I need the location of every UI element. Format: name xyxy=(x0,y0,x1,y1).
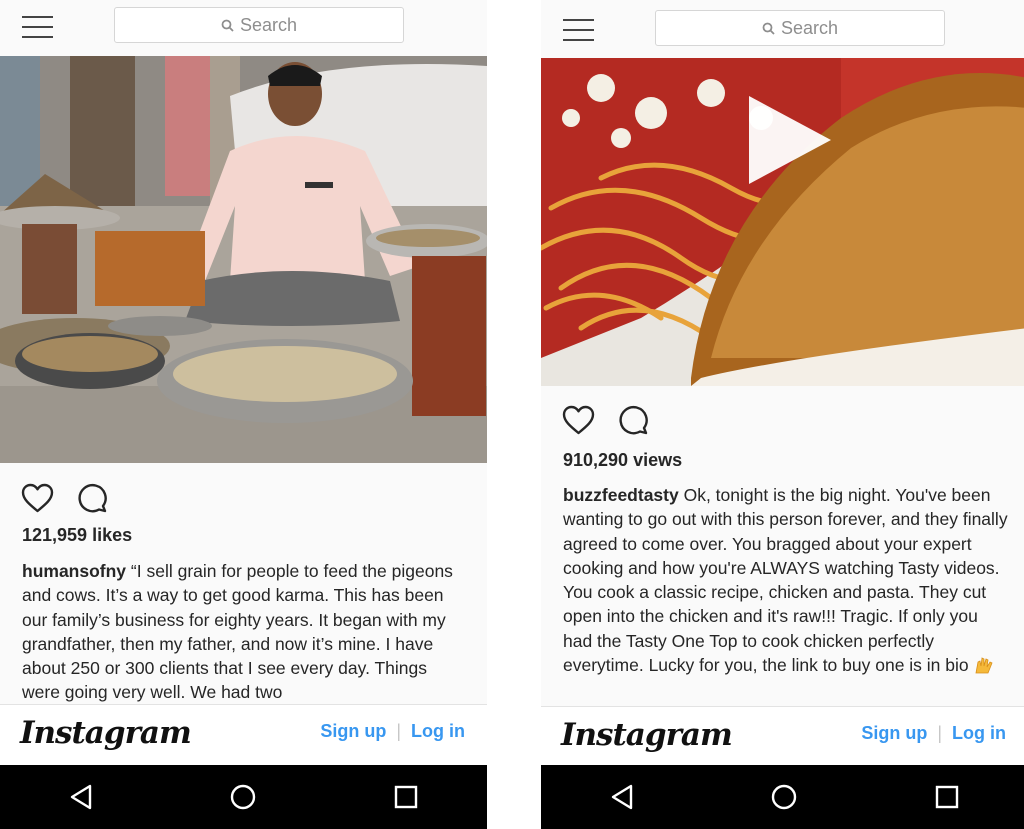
caption-username[interactable]: buzzfeedtasty xyxy=(563,485,679,505)
instagram-logo[interactable]: Instagram xyxy=(20,715,192,751)
home-circle-icon xyxy=(231,784,256,810)
search-placeholder: Search xyxy=(780,17,839,38)
android-nav-bar xyxy=(0,765,487,829)
log-in-link[interactable]: Log in xyxy=(411,721,465,742)
search-icon xyxy=(221,19,234,32)
top-bar: Search xyxy=(0,0,487,56)
caption-text: “I sell grain for people to feed the pig… xyxy=(22,561,453,703)
right-phone-screen: Search 910,290 views buzzfeedtasty Ok, t… xyxy=(541,0,1024,829)
post-photo[interactable] xyxy=(0,56,487,463)
auth-separator: | xyxy=(937,723,943,743)
post-video[interactable] xyxy=(541,58,1024,386)
post-caption: humansofny “I sell grain for people to f… xyxy=(22,559,467,704)
comment-icon[interactable] xyxy=(76,482,108,514)
back-triangle-icon xyxy=(611,784,633,810)
back-triangle-icon xyxy=(70,784,92,810)
hamburger-menu-icon[interactable] xyxy=(22,15,53,39)
grain-seller-photo xyxy=(0,56,487,463)
instagram-footer: Instagram Sign up | Log in xyxy=(0,704,487,767)
nav-back-button[interactable] xyxy=(592,777,652,817)
nav-home-button[interactable] xyxy=(754,777,814,817)
likes-count: 121,959 likes xyxy=(22,525,133,545)
raised-hands-emoji xyxy=(975,657,993,674)
heart-icon[interactable] xyxy=(21,483,54,513)
auth-separator: | xyxy=(396,721,402,741)
instagram-footer: Instagram Sign up | Log in xyxy=(541,706,1024,769)
heart-icon[interactable] xyxy=(562,405,595,435)
search-placeholder: Search xyxy=(239,14,298,35)
views-count: 910,290 views xyxy=(563,450,683,470)
comment-icon[interactable] xyxy=(617,404,649,436)
caption-username[interactable]: humansofny xyxy=(22,561,126,581)
chicken-pasta-video-frame xyxy=(541,58,1024,386)
sign-up-link[interactable]: Sign up xyxy=(861,723,927,744)
search-input[interactable]: Search xyxy=(114,7,404,43)
top-bar: Search xyxy=(541,0,1024,58)
caption-text: Ok, tonight is the big night. You've bee… xyxy=(563,485,1008,676)
home-circle-icon xyxy=(772,784,797,810)
post-actions xyxy=(562,404,649,436)
instagram-logo[interactable]: Instagram xyxy=(561,717,733,753)
auth-links: Sign up | Log in xyxy=(861,723,1006,744)
sign-up-link[interactable]: Sign up xyxy=(320,721,386,742)
android-nav-bar xyxy=(541,765,1024,829)
nav-recents-button[interactable] xyxy=(376,777,436,817)
auth-links: Sign up | Log in xyxy=(320,721,465,742)
nav-home-button[interactable] xyxy=(213,777,273,817)
nav-recents-button[interactable] xyxy=(917,777,977,817)
nav-back-button[interactable] xyxy=(51,777,111,817)
post-actions xyxy=(21,482,108,514)
recents-square-icon xyxy=(935,785,959,809)
search-input[interactable]: Search xyxy=(655,10,945,46)
log-in-link[interactable]: Log in xyxy=(952,723,1006,744)
hamburger-menu-icon[interactable] xyxy=(563,18,594,42)
search-icon xyxy=(762,22,775,35)
post-caption: buzzfeedtasty Ok, tonight is the big nig… xyxy=(563,483,1008,705)
left-phone-screen: Search 121,959 likes humansofny “I sell … xyxy=(0,0,487,829)
recents-square-icon xyxy=(394,785,418,809)
